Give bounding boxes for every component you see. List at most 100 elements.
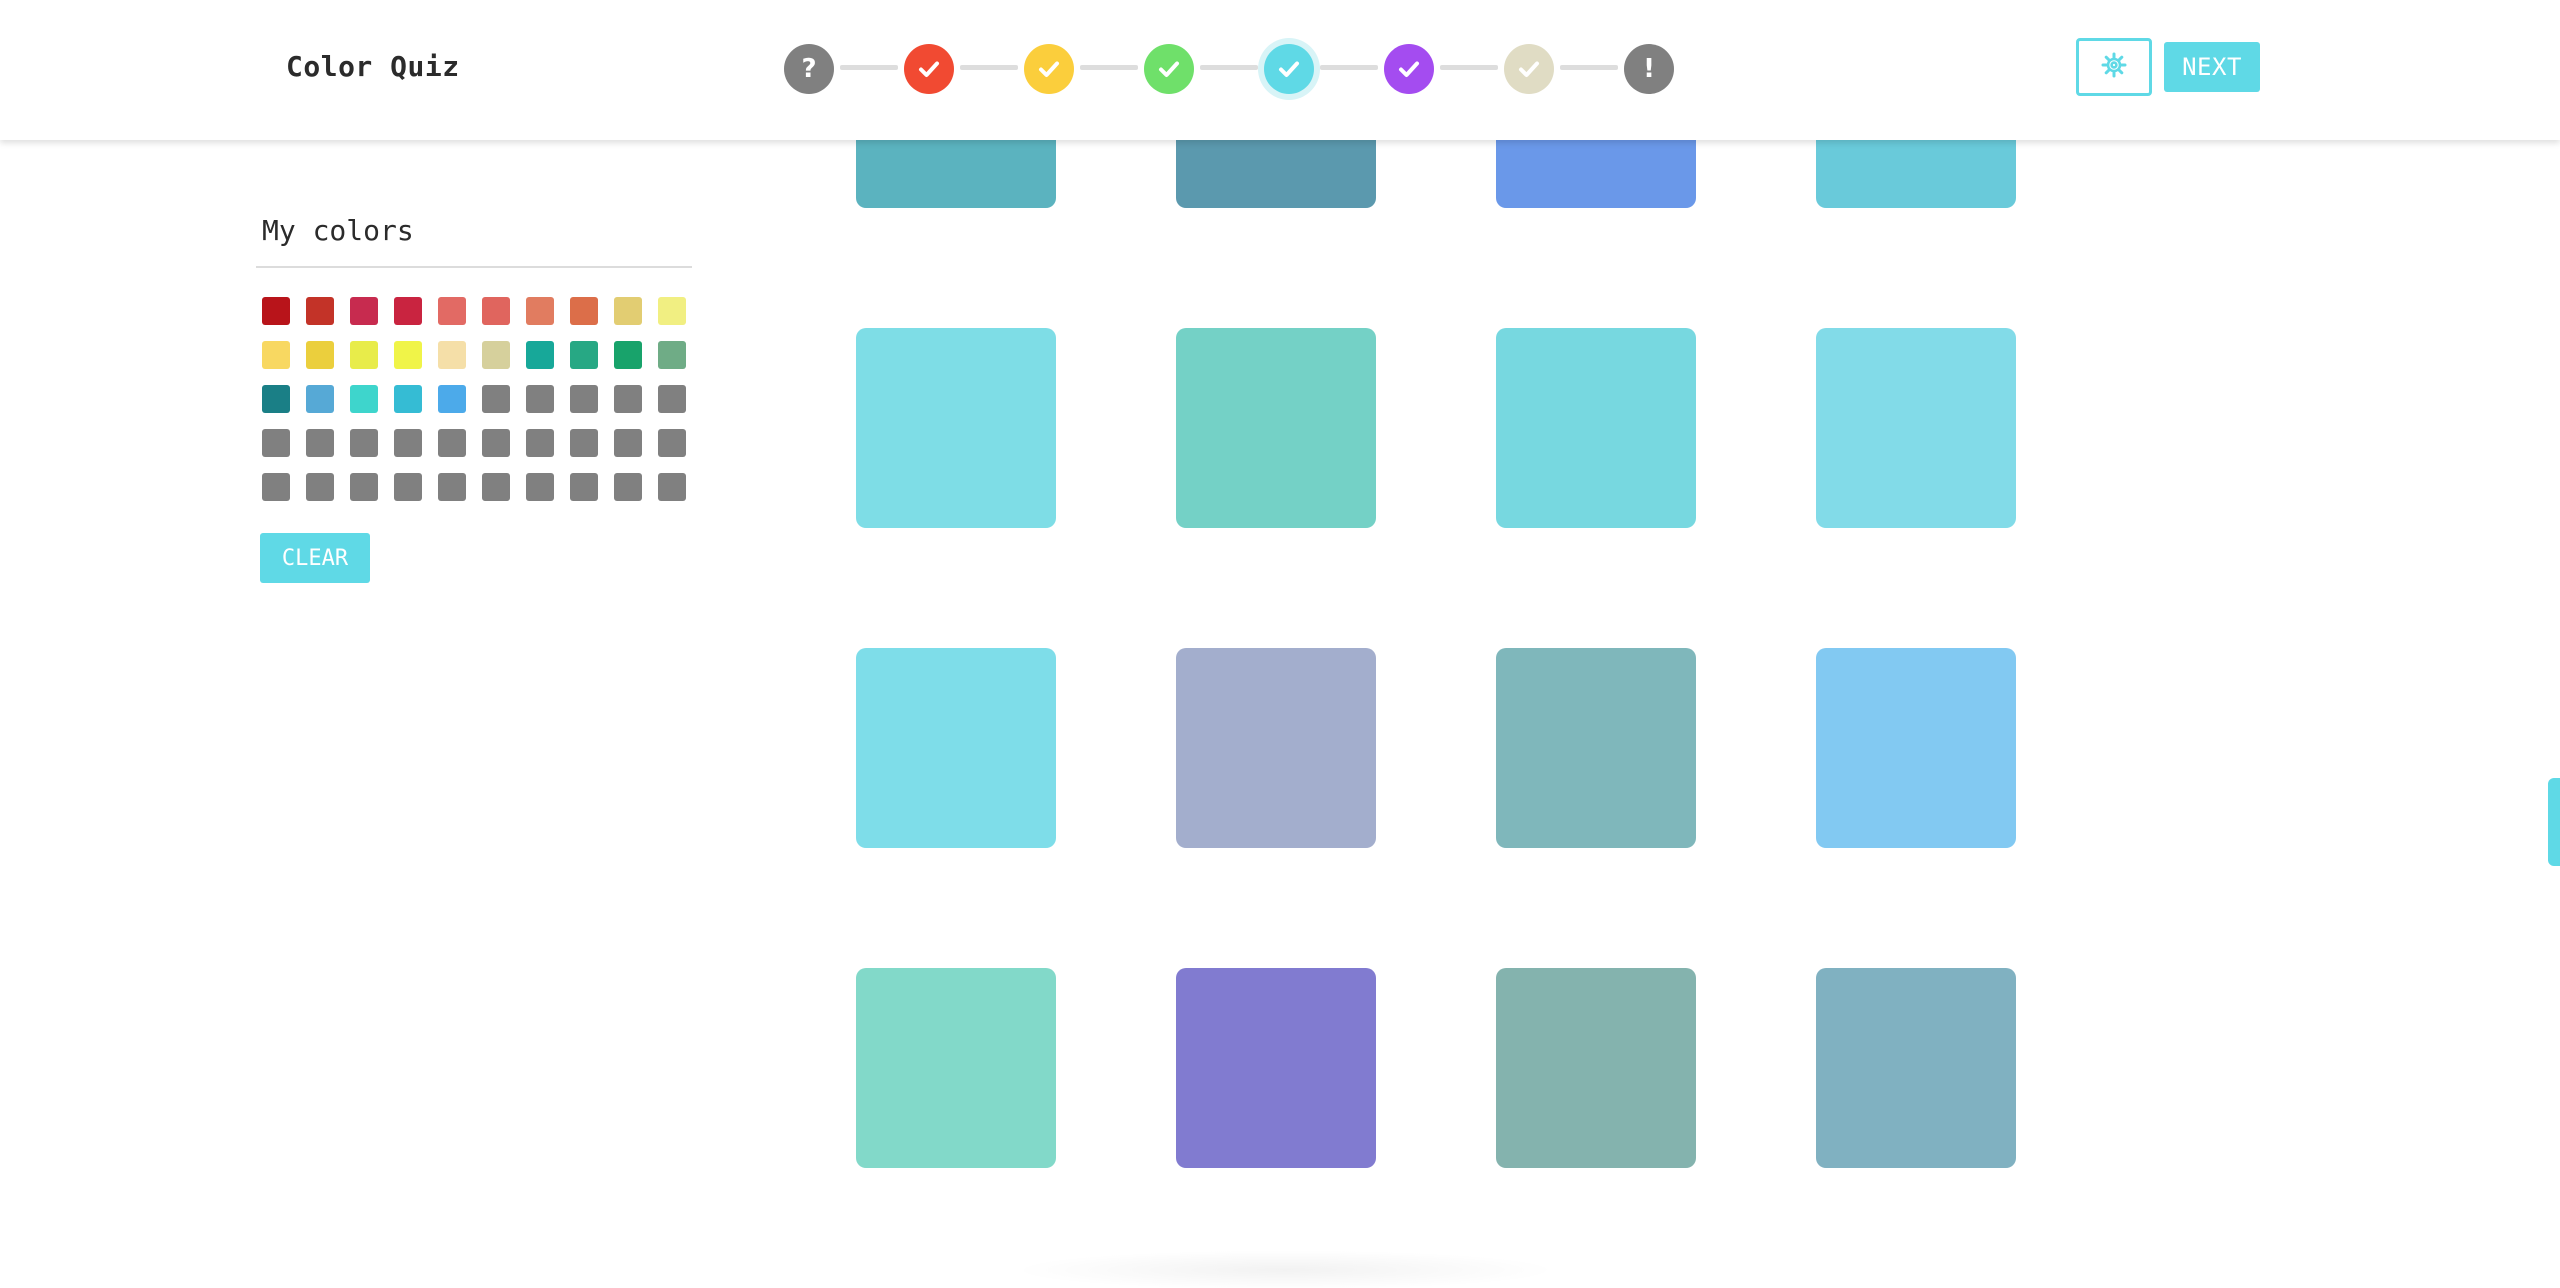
- color-swatch[interactable]: [482, 429, 510, 457]
- color-swatch[interactable]: [438, 429, 466, 457]
- color-tile[interactable]: [1176, 648, 1376, 848]
- check-icon: [1396, 56, 1422, 82]
- color-tile[interactable]: [1176, 140, 1376, 208]
- color-swatch[interactable]: [658, 385, 686, 413]
- app-title: Color Quiz: [286, 50, 460, 83]
- progress-step-4[interactable]: [1144, 44, 1194, 94]
- color-swatch[interactable]: [570, 297, 598, 325]
- color-swatch[interactable]: [394, 297, 422, 325]
- step-connector: [1560, 65, 1618, 70]
- color-swatch[interactable]: [570, 473, 598, 501]
- color-swatch[interactable]: [658, 429, 686, 457]
- color-swatch[interactable]: [438, 297, 466, 325]
- progress-step-2[interactable]: [904, 44, 954, 94]
- color-swatch[interactable]: [394, 473, 422, 501]
- color-tile[interactable]: [856, 328, 1056, 528]
- check-icon: [1156, 56, 1182, 82]
- color-swatch[interactable]: [350, 473, 378, 501]
- progress-stepper: ?!: [784, 42, 1674, 94]
- color-swatch[interactable]: [658, 297, 686, 325]
- color-swatch[interactable]: [394, 385, 422, 413]
- color-tile[interactable]: [1496, 328, 1696, 528]
- color-swatch[interactable]: [614, 473, 642, 501]
- color-swatch[interactable]: [526, 297, 554, 325]
- color-swatch[interactable]: [394, 341, 422, 369]
- color-swatch[interactable]: [350, 429, 378, 457]
- color-swatch[interactable]: [658, 473, 686, 501]
- step-connector: [1200, 65, 1258, 70]
- color-swatch[interactable]: [394, 429, 422, 457]
- color-swatch[interactable]: [306, 429, 334, 457]
- color-swatch[interactable]: [658, 341, 686, 369]
- color-swatch[interactable]: [482, 473, 510, 501]
- progress-step-1[interactable]: ?: [784, 44, 834, 94]
- clear-button[interactable]: CLEAR: [260, 533, 370, 583]
- color-swatch[interactable]: [570, 385, 598, 413]
- color-swatch[interactable]: [306, 473, 334, 501]
- color-swatch[interactable]: [526, 341, 554, 369]
- sidebar-title: My colors: [262, 214, 414, 247]
- color-swatch[interactable]: [482, 341, 510, 369]
- color-tile[interactable]: [1496, 140, 1696, 208]
- color-swatch[interactable]: [306, 341, 334, 369]
- color-tile[interactable]: [856, 968, 1056, 1168]
- divider: [256, 266, 692, 268]
- scrollbar-thumb[interactable]: [2548, 778, 2560, 866]
- color-swatch[interactable]: [614, 385, 642, 413]
- progress-step-8[interactable]: !: [1624, 44, 1674, 94]
- progress-step-5[interactable]: [1264, 44, 1314, 94]
- color-swatch[interactable]: [482, 297, 510, 325]
- color-tile[interactable]: [856, 648, 1056, 848]
- step-connector: [1080, 65, 1138, 70]
- progress-step-6[interactable]: [1384, 44, 1434, 94]
- color-tile[interactable]: [1816, 328, 2016, 528]
- next-button[interactable]: NEXT: [2164, 42, 2260, 92]
- color-swatch[interactable]: [262, 429, 290, 457]
- check-icon: [1036, 56, 1062, 82]
- color-swatch[interactable]: [350, 297, 378, 325]
- color-swatch[interactable]: [526, 385, 554, 413]
- check-icon: [1276, 56, 1302, 82]
- color-swatch[interactable]: [614, 297, 642, 325]
- top-header: Color Quiz ?! NEXT: [0, 0, 2560, 140]
- color-swatch[interactable]: [262, 341, 290, 369]
- color-swatch[interactable]: [526, 473, 554, 501]
- color-tile[interactable]: [1816, 140, 2016, 208]
- color-swatch[interactable]: [570, 429, 598, 457]
- color-tile[interactable]: [1496, 648, 1696, 848]
- color-tile[interactable]: [1496, 968, 1696, 1168]
- check-icon: [1516, 56, 1542, 82]
- color-swatch[interactable]: [306, 385, 334, 413]
- color-swatch[interactable]: [262, 473, 290, 501]
- bottom-shadow: [1010, 1250, 1560, 1288]
- color-swatch[interactable]: [570, 341, 598, 369]
- color-swatch[interactable]: [262, 385, 290, 413]
- color-tile[interactable]: [856, 140, 1056, 208]
- color-swatch[interactable]: [350, 385, 378, 413]
- color-tile[interactable]: [1176, 968, 1376, 1168]
- step-connector: [840, 65, 898, 70]
- color-tile[interactable]: [1816, 968, 2016, 1168]
- question-icon: ?: [801, 54, 817, 84]
- check-icon: [916, 56, 942, 82]
- color-swatch[interactable]: [614, 429, 642, 457]
- color-swatch[interactable]: [438, 341, 466, 369]
- color-swatch[interactable]: [526, 429, 554, 457]
- color-swatch[interactable]: [262, 297, 290, 325]
- color-swatch[interactable]: [438, 385, 466, 413]
- color-swatch[interactable]: [482, 385, 510, 413]
- progress-step-7[interactable]: [1504, 44, 1554, 94]
- progress-step-3[interactable]: [1024, 44, 1074, 94]
- gear-icon: [2100, 51, 2128, 83]
- saved-color-palette: [262, 297, 692, 501]
- color-swatch[interactable]: [350, 341, 378, 369]
- color-tile[interactable]: [1816, 648, 2016, 848]
- settings-button[interactable]: [2076, 38, 2152, 96]
- step-connector: [960, 65, 1018, 70]
- step-connector: [1320, 65, 1378, 70]
- color-tile[interactable]: [1176, 328, 1376, 528]
- color-swatch[interactable]: [438, 473, 466, 501]
- color-swatch[interactable]: [614, 341, 642, 369]
- color-swatch[interactable]: [306, 297, 334, 325]
- exclamation-icon: !: [1643, 54, 1655, 84]
